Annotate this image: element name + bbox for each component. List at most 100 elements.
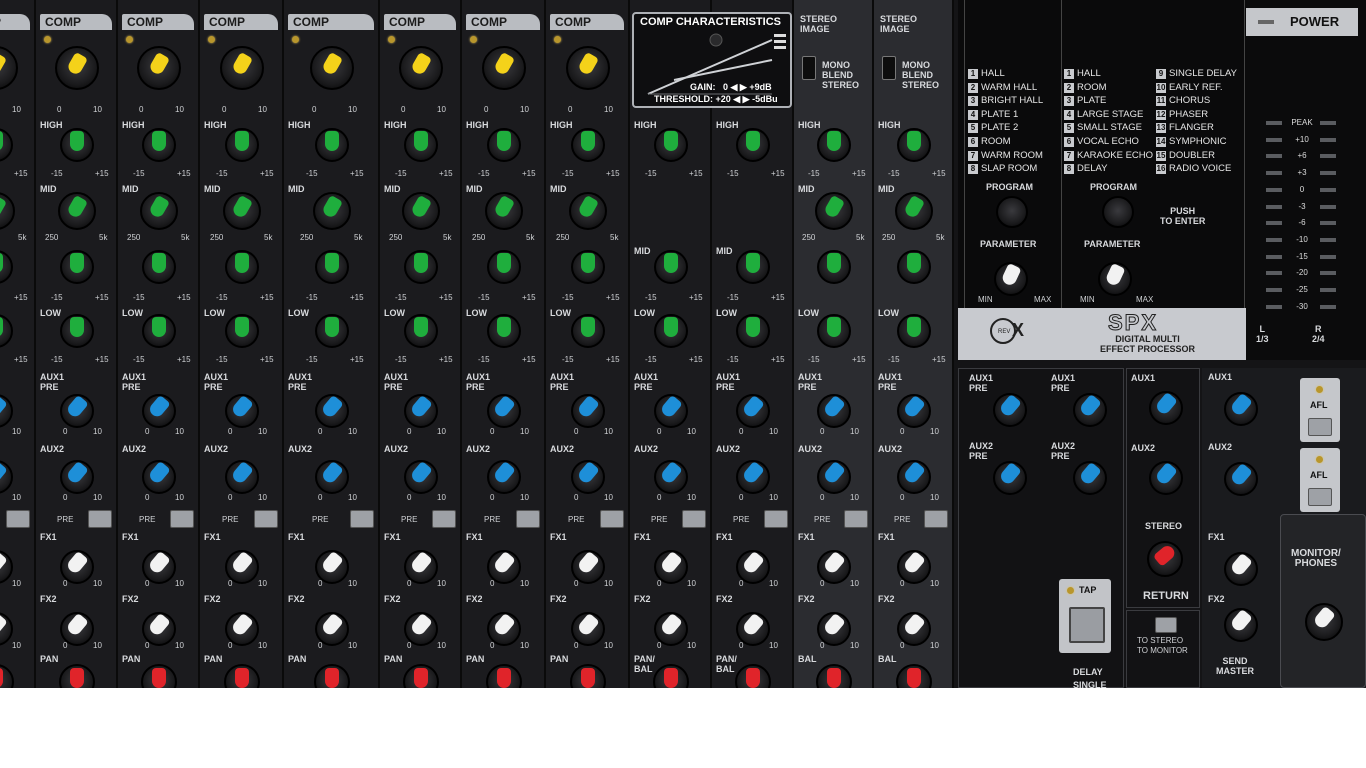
return-stereo-knob[interactable] (1147, 541, 1183, 577)
eq-mid-freq-knob[interactable] (223, 192, 261, 230)
stereo-image-switch[interactable] (882, 56, 896, 80)
comp-knob[interactable] (137, 46, 181, 90)
eq-high-knob[interactable] (404, 128, 438, 162)
comp-knob[interactable] (310, 46, 354, 90)
pan-knob[interactable] (735, 664, 771, 688)
comp-knob[interactable] (399, 46, 443, 90)
eq-high-knob[interactable] (736, 128, 770, 162)
eq-mid-freq-knob[interactable] (485, 192, 523, 230)
eq-low-knob[interactable] (654, 314, 688, 348)
aux1-knob[interactable] (142, 394, 176, 428)
pan-knob[interactable] (816, 664, 852, 688)
eq-mid-gain-knob[interactable] (487, 250, 521, 284)
eq-mid-freq-knob[interactable] (895, 192, 933, 230)
pan-knob[interactable] (0, 664, 14, 688)
program-encoder-2[interactable] (1102, 196, 1134, 228)
aux1-knob[interactable] (487, 394, 521, 428)
aux2-knob[interactable] (897, 460, 931, 494)
aux2-knob[interactable] (571, 460, 605, 494)
comp-knob[interactable] (0, 46, 18, 90)
master-fx2-knob[interactable] (1224, 608, 1258, 642)
comp-knob[interactable] (55, 46, 99, 90)
pan-knob[interactable] (570, 664, 606, 688)
return-aux2-knob[interactable] (1149, 461, 1183, 495)
aux1-knob[interactable] (315, 394, 349, 428)
aux1-knob[interactable] (654, 394, 688, 428)
aux2-pre-button[interactable] (350, 510, 374, 528)
eq-mid-freq-knob[interactable] (0, 192, 15, 230)
aux2-knob[interactable] (315, 460, 349, 494)
fx1-aux1-pre-knob[interactable] (993, 393, 1027, 427)
aux2-pre-button[interactable] (764, 510, 788, 528)
parameter-knob-2[interactable] (1098, 262, 1132, 296)
eq-mid-freq-knob[interactable] (569, 192, 607, 230)
aux2-knob[interactable] (817, 460, 851, 494)
eq-mid-freq-knob[interactable] (815, 192, 853, 230)
eq-mid-gain-knob[interactable] (225, 250, 259, 284)
program-encoder-1[interactable] (996, 196, 1028, 228)
eq-low-knob[interactable] (571, 314, 605, 348)
eq-mid-freq-knob[interactable] (58, 192, 96, 230)
aux2-pre-button[interactable] (254, 510, 278, 528)
eq-high-knob[interactable] (60, 128, 94, 162)
eq-mid-gain-knob[interactable] (571, 250, 605, 284)
aux2-pre-button[interactable] (682, 510, 706, 528)
eq-low-knob[interactable] (225, 314, 259, 348)
eq-mid-gain-knob[interactable] (817, 250, 851, 284)
aux1-knob[interactable] (817, 394, 851, 428)
pan-knob[interactable] (653, 664, 689, 688)
pan-knob[interactable] (486, 664, 522, 688)
pan-knob[interactable] (224, 664, 260, 688)
eq-mid-gain-knob[interactable] (315, 250, 349, 284)
eq-low-knob[interactable] (315, 314, 349, 348)
eq-high-knob[interactable] (897, 128, 931, 162)
aux1-knob[interactable] (60, 394, 94, 428)
comp-knob[interactable] (566, 46, 610, 90)
eq-high-knob[interactable] (571, 128, 605, 162)
eq-high-knob[interactable] (654, 128, 688, 162)
aux1-knob[interactable] (571, 394, 605, 428)
stereo-image-switch[interactable] (802, 56, 816, 80)
pan-knob[interactable] (403, 664, 439, 688)
afl1-button[interactable] (1308, 418, 1332, 436)
aux2-knob[interactable] (736, 460, 770, 494)
aux2-knob[interactable] (654, 460, 688, 494)
aux1-knob[interactable] (225, 394, 259, 428)
eq-mid-freq-knob[interactable] (402, 192, 440, 230)
aux2-pre-button[interactable] (844, 510, 868, 528)
fx2-aux2-pre-knob[interactable] (1073, 461, 1107, 495)
eq-high-knob[interactable] (817, 128, 851, 162)
aux2-knob[interactable] (404, 460, 438, 494)
aux2-pre-button[interactable] (924, 510, 948, 528)
eq-low-knob[interactable] (0, 314, 13, 348)
eq-low-knob[interactable] (817, 314, 851, 348)
eq-mid-gain-knob[interactable] (0, 250, 13, 284)
pan-knob[interactable] (314, 664, 350, 688)
master-aux1-knob[interactable] (1224, 392, 1258, 426)
aux2-knob[interactable] (60, 460, 94, 494)
monitor-phones-knob[interactable] (1305, 603, 1343, 641)
eq-mid-knob[interactable] (654, 250, 688, 284)
fx2-aux1-pre-knob[interactable] (1073, 393, 1107, 427)
pan-knob[interactable] (896, 664, 932, 688)
aux2-pre-button[interactable] (600, 510, 624, 528)
eq-mid-freq-knob[interactable] (140, 192, 178, 230)
pan-knob[interactable] (59, 664, 95, 688)
eq-high-knob[interactable] (0, 128, 13, 162)
parameter-knob-1[interactable] (994, 262, 1028, 296)
eq-low-knob[interactable] (487, 314, 521, 348)
eq-low-knob[interactable] (736, 314, 770, 348)
eq-low-knob[interactable] (897, 314, 931, 348)
aux2-pre-button[interactable] (432, 510, 456, 528)
to-stereo-switch[interactable] (1155, 617, 1177, 633)
eq-low-knob[interactable] (60, 314, 94, 348)
return-aux1-knob[interactable] (1149, 391, 1183, 425)
aux1-knob[interactable] (404, 394, 438, 428)
aux1-knob[interactable] (897, 394, 931, 428)
pan-knob[interactable] (141, 664, 177, 688)
afl2-button[interactable] (1308, 488, 1332, 506)
eq-high-knob[interactable] (225, 128, 259, 162)
eq-mid-gain-knob[interactable] (142, 250, 176, 284)
aux2-pre-button[interactable] (516, 510, 540, 528)
master-fx1-knob[interactable] (1224, 552, 1258, 586)
